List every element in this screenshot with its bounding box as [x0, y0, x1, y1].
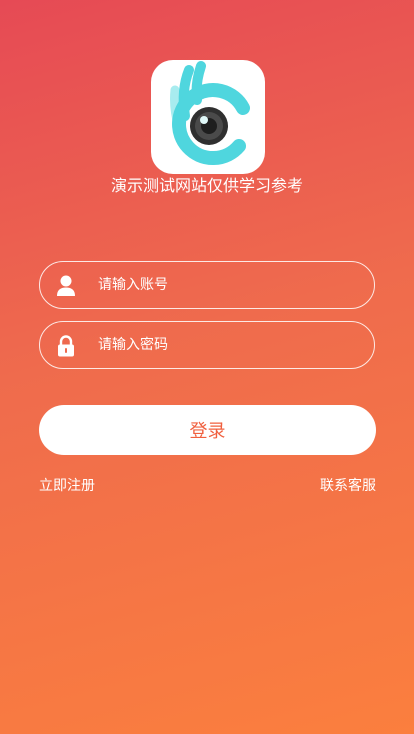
username-input[interactable] [98, 262, 358, 308]
lock-icon [58, 335, 74, 357]
customer-service-link[interactable]: 联系客服 [320, 477, 376, 495]
login-button[interactable]: 登录 [39, 405, 376, 455]
password-input[interactable] [98, 322, 358, 368]
app-tagline: 演示测试网站仅供学习参考 [110, 176, 303, 195]
app-logo [151, 60, 265, 174]
password-field[interactable] [39, 321, 375, 369]
user-icon [57, 275, 75, 296]
camera-lens-logo-icon [170, 61, 250, 166]
register-link[interactable]: 立即注册 [39, 477, 95, 495]
username-field[interactable] [39, 261, 375, 309]
